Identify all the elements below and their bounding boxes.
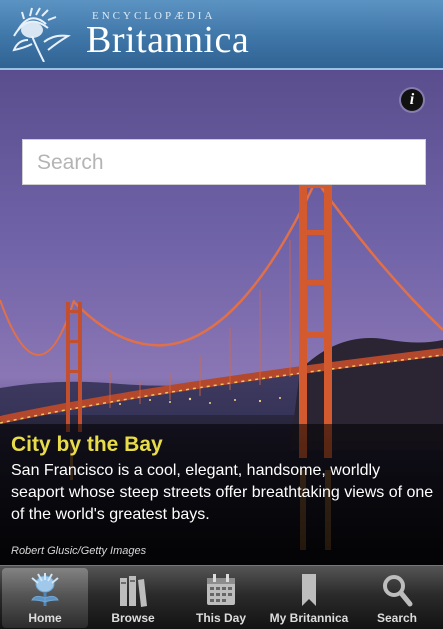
tab-this-day-label: This Day [195,611,246,625]
calendar-icon [207,574,235,605]
tab-this-day[interactable]: This Day [178,568,264,628]
bookmark-icon [302,574,316,606]
tab-bar: Home Browse This Day My Britannica Searc… [0,565,443,629]
books-icon [120,576,147,607]
thistle-logo-icon [12,7,71,62]
app-header: ENCYCLOPÆDIA Britannica [0,0,443,70]
tab-search-label: Search [376,611,418,625]
photo-credit: Robert Glusic/Getty Images [11,545,147,557]
tab-browse[interactable]: Browse [90,568,176,628]
feature-description: San Francisco is a cool, elegant, handso… [11,462,434,523]
thistle-icon [31,573,59,606]
info-button[interactable]: i [401,89,423,111]
magnifier-icon [383,575,413,607]
tab-browse-label: Browse [111,611,155,625]
tab-search[interactable]: Search [354,568,440,628]
search-box[interactable] [22,139,426,186]
search-input[interactable] [35,140,417,186]
feature-title[interactable]: City by the Bay [11,433,163,457]
britannica-home-screen: ENCYCLOPÆDIA Britannica i Search City by… [0,0,443,629]
tab-my-britannica-label: My Britannica [269,611,349,625]
tab-home[interactable]: Home [2,568,88,628]
tab-my-britannica[interactable]: My Britannica [266,568,352,628]
brand-title: Britannica [86,19,250,61]
tab-home-label: Home [28,611,62,625]
